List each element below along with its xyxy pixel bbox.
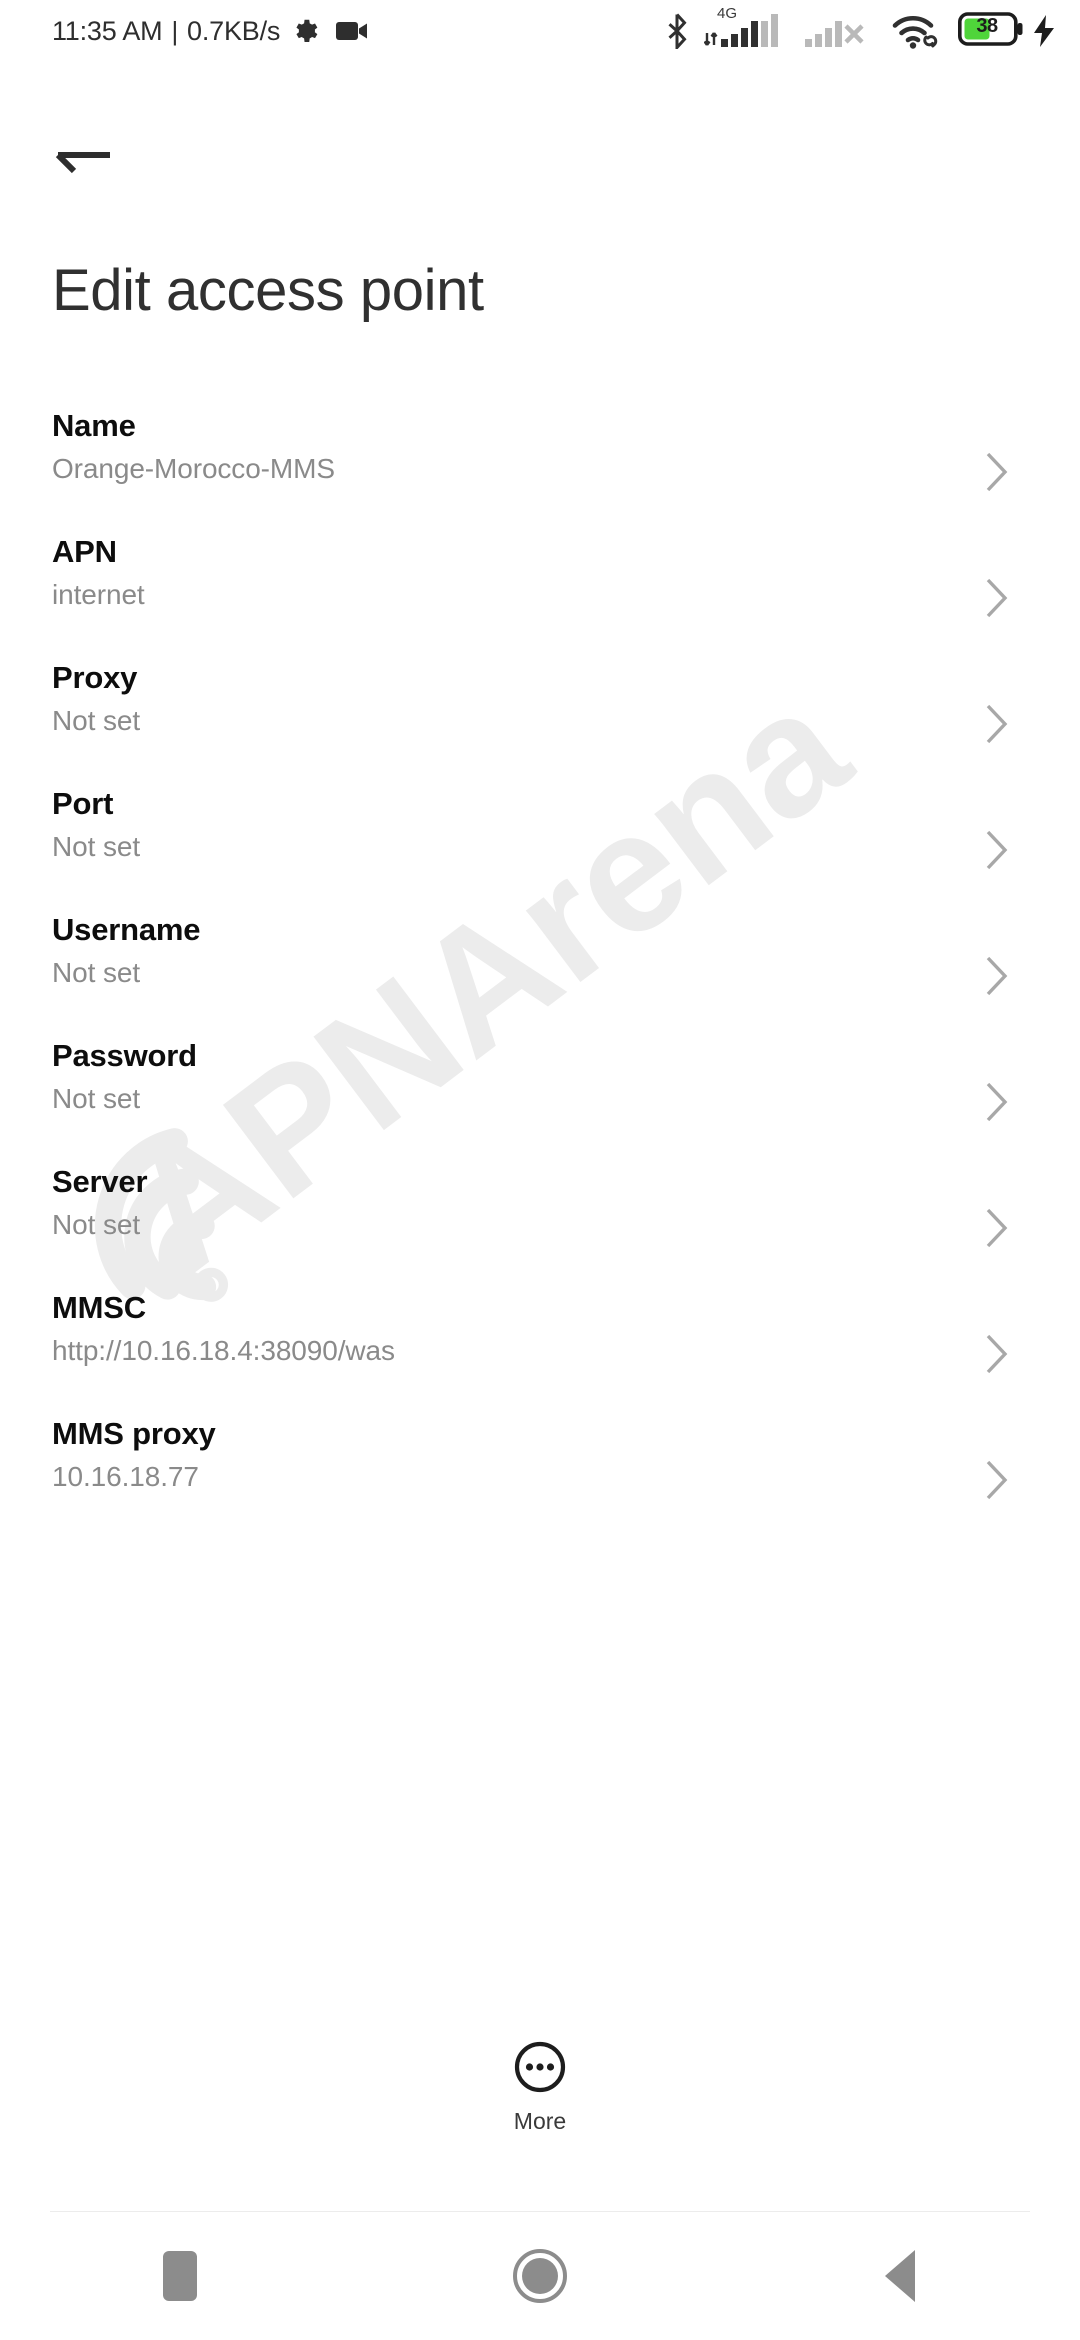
bluetooth-icon [668,13,687,49]
list-item-value: internet [52,579,145,610]
list-item-value: http://10.16.18.4:38090/was [52,1335,395,1366]
list-item-label: APN [52,534,117,569]
network-type-label: 4G [717,4,738,22]
chevron-right-icon [986,704,1008,744]
more-button-label: More [513,2108,567,2134]
list-item-value: Not set [52,1209,141,1240]
list-item-password[interactable]: Password Not set [0,1040,1080,1166]
back-button[interactable] [52,130,126,204]
chevron-right-icon [986,830,1008,870]
list-item-name[interactable]: Name Orange-Morocco-MMS [0,410,1080,536]
battery-icon: 38 [957,11,1024,51]
chevron-right-icon [986,1460,1008,1500]
nav-back-button[interactable] [720,2212,1080,2340]
chevron-right-icon [986,956,1008,996]
status-bar-right: 4G 38 [664,4,1056,54]
battery-level-label: 38 [976,15,998,37]
list-item-port[interactable]: Port Not set [0,788,1080,914]
list-item-value: Not set [52,831,141,862]
list-item-value: Not set [52,957,141,988]
nav-recent-apps-button[interactable] [0,2212,360,2340]
chevron-right-icon [986,578,1008,618]
arrow-left-icon [55,152,110,174]
status-clock: 11:35 AM [52,15,163,46]
signal-bars-sim1-icon: 4G [703,4,790,54]
list-item-label: Server [52,1164,148,1199]
navigation-bar [0,2212,1080,2340]
status-separator: | [171,15,179,46]
list-item-label: Username [52,912,201,947]
wifi-link-icon [892,15,938,49]
phone-screen: 11:35 AM | 0.7KB/s 4G 38 Edit access poi… [0,0,1080,2340]
charging-bolt-icon [1034,15,1054,47]
list-item-mmsc[interactable]: MMSC http://10.16.18.4:38090/was [0,1292,1080,1418]
list-item-proxy[interactable]: Proxy Not set [0,662,1080,788]
list-item-value: Not set [52,705,141,736]
list-item-label: Name [52,408,136,443]
list-item-username[interactable]: Username Not set [0,914,1080,1040]
back-triangle-icon [885,2250,915,2302]
list-item-label: Port [52,786,114,821]
signal-bars-sim2-no-service-icon [804,9,876,54]
gear-icon [296,19,318,42]
list-item-value: 10.16.18.77 [52,1461,199,1492]
list-item-server[interactable]: Server Not set [0,1166,1080,1292]
list-item-apn[interactable]: APN internet [0,536,1080,662]
list-item-value: Orange-Morocco-MMS [52,453,335,484]
chevron-right-icon [986,1208,1008,1248]
recent-apps-icon [163,2251,197,2301]
nav-home-button[interactable] [360,2212,720,2340]
chevron-right-icon [986,1334,1008,1374]
home-icon [513,2249,567,2303]
status-bar: 11:35 AM | 0.7KB/s 4G 38 [0,0,1080,62]
list-item-mms-proxy[interactable]: MMS proxy 10.16.18.77 [0,1418,1080,1544]
list-item-value: Not set [52,1083,141,1114]
chevron-right-icon [986,1082,1008,1122]
more-dots-circle-icon [514,2041,566,2093]
chevron-right-icon [986,452,1008,492]
settings-list: Name Orange-Morocco-MMS APN internet Pro… [0,410,1080,1544]
page-title: Edit access point [52,258,484,323]
home-icon-inner [522,2258,558,2294]
status-bar-left: 11:35 AM | 0.7KB/s [52,16,370,47]
video-camera-icon [336,22,368,40]
list-item-label: Password [52,1038,197,1073]
list-item-label: Proxy [52,660,138,695]
more-button[interactable]: More [0,2040,1080,2135]
list-item-label: MMSC [52,1290,146,1325]
list-item-label: MMS proxy [52,1416,216,1451]
status-network-speed: 0.7KB/s [187,15,281,46]
